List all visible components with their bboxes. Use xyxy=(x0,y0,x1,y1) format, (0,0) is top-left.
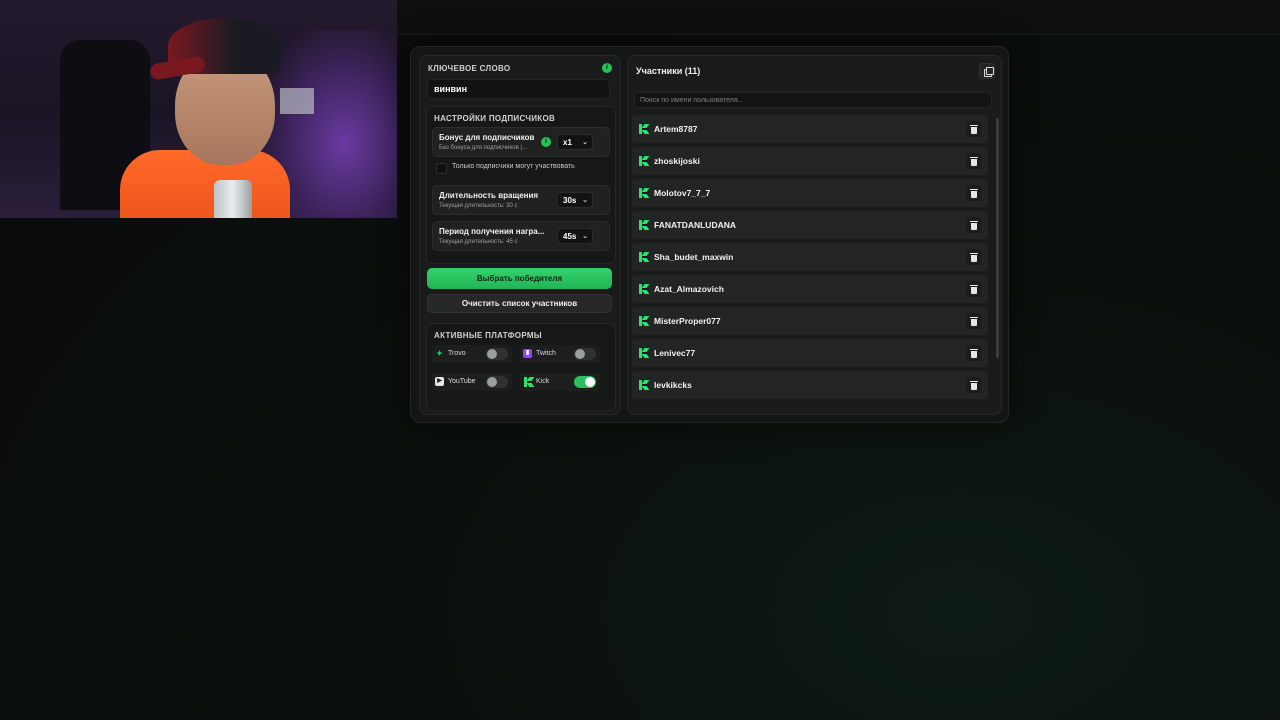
delete-icon[interactable] xyxy=(966,313,982,329)
platform-name: Kick xyxy=(536,378,550,385)
twitch-icon: ▮ xyxy=(523,349,532,358)
webcam-overlay xyxy=(0,0,397,218)
participant-name: Lenivec77 xyxy=(654,348,696,358)
kick-icon xyxy=(639,316,650,326)
spin-duration-value: 30s xyxy=(563,196,577,205)
kick-icon xyxy=(639,156,650,166)
participant-row: levkikcks xyxy=(632,371,988,399)
platform-trovo: ✦ Trovo xyxy=(432,345,512,363)
participant-name: FANATDANLUDANA xyxy=(654,220,736,230)
bonus-select[interactable]: x1 ⌄ xyxy=(557,134,593,150)
kick-icon xyxy=(639,380,650,390)
youtube-icon: ▶ xyxy=(435,377,444,386)
participant-name: Artem8787 xyxy=(654,124,698,134)
participant-name: levkikcks xyxy=(654,380,692,390)
keyword-input[interactable]: винвин xyxy=(427,79,610,99)
clear-participants-button[interactable]: Очистить список участников xyxy=(427,294,612,313)
settings-column: КЛЮЧЕВОЕ СЛОВО i винвин НАСТРОЙКИ ПОДПИС… xyxy=(419,55,621,415)
delete-icon[interactable] xyxy=(966,121,982,137)
youtube-toggle[interactable] xyxy=(486,376,508,388)
delete-icon[interactable] xyxy=(966,217,982,233)
only-subscribers-label: Только подписчики могут участвовать xyxy=(452,163,575,170)
bonus-info-icon[interactable]: i xyxy=(541,137,551,147)
chevron-down-icon: ⌄ xyxy=(582,139,588,146)
delete-icon[interactable] xyxy=(966,153,982,169)
spin-duration-row: Длительность вращения Текущая длительнос… xyxy=(432,185,610,215)
keyword-label: КЛЮЧЕВОЕ СЛОВО xyxy=(428,64,511,73)
participant-name: Sha_budet_maxwin xyxy=(654,252,734,262)
platform-twitch: ▮ Twitch xyxy=(520,345,600,363)
platform-youtube: ▶ YouTube xyxy=(432,373,512,391)
kick-icon xyxy=(639,220,650,230)
participants-title: Участники (11) xyxy=(636,66,701,76)
participant-row: FANATDANLUDANA xyxy=(632,211,988,239)
participants-column: Участники (11) Поиск по имени пользовате… xyxy=(627,55,1002,415)
kick-icon xyxy=(639,284,650,294)
participant-row: MisterProper077 xyxy=(632,307,988,335)
participant-name: MisterProper077 xyxy=(654,316,721,326)
participant-row: Azat_Almazovich xyxy=(632,275,988,303)
kick-icon xyxy=(639,188,650,198)
platform-name: Twitch xyxy=(536,350,556,357)
delete-icon[interactable] xyxy=(966,249,982,265)
participant-name: Molotov7_7_7 xyxy=(654,188,711,198)
participant-search-input[interactable]: Поиск по имени пользователя... xyxy=(634,92,992,108)
twitch-toggle[interactable] xyxy=(574,348,596,360)
participant-row: Artem8787 xyxy=(632,115,988,143)
kick-icon xyxy=(639,124,650,134)
keyword-info-icon[interactable]: i xyxy=(602,63,612,73)
reward-period-value: 45s xyxy=(563,232,577,241)
platform-kick: Kick xyxy=(520,373,600,391)
platform-name: YouTube xyxy=(448,378,476,385)
kick-icon xyxy=(639,348,650,358)
kick-icon xyxy=(639,252,650,262)
kick-toggle[interactable] xyxy=(574,376,596,388)
participant-row: zhoskijoski xyxy=(632,147,988,175)
giveaway-panel: КЛЮЧЕВОЕ СЛОВО i винвин НАСТРОЙКИ ПОДПИС… xyxy=(410,46,1009,423)
participant-row: Molotov7_7_7 xyxy=(632,179,988,207)
bonus-subtitle: Без бонуса для подписчиков (... xyxy=(439,145,528,151)
active-platforms: АКТИВНЫЕ ПЛАТФОРМЫ ✦ Trovo ▮ Twitch ▶ Yo… xyxy=(426,323,616,411)
delete-icon[interactable] xyxy=(966,377,982,393)
reward-period-row: Период получения награ... Текущая длител… xyxy=(432,221,610,251)
delete-icon[interactable] xyxy=(966,281,982,297)
reward-period-select[interactable]: 45s ⌄ xyxy=(557,228,593,244)
bonus-select-value: x1 xyxy=(563,138,572,147)
chevron-down-icon: ⌄ xyxy=(582,233,588,240)
pick-winner-button[interactable]: Выбрать победителя xyxy=(427,268,612,289)
chevron-down-icon: ⌄ xyxy=(582,197,588,204)
subscriber-settings: НАСТРОЙКИ ПОДПИСЧИКОВ Бонус для подписчи… xyxy=(426,106,616,264)
participant-name: zhoskijoski xyxy=(654,156,700,166)
delete-icon[interactable] xyxy=(966,345,982,361)
only-subscribers-option[interactable]: Только подписчики могут участвовать xyxy=(432,160,608,176)
reward-period-title: Период получения награ... xyxy=(439,227,545,236)
bonus-title: Бонус для подписчиков xyxy=(439,133,535,142)
delete-icon[interactable] xyxy=(966,185,982,201)
participant-name: Azat_Almazovich xyxy=(654,284,724,294)
spin-duration-title: Длительность вращения xyxy=(439,191,539,200)
participant-list: Artem8787 zhoskijoski Molotov7_7_7 FANAT… xyxy=(632,115,990,410)
subscriber-settings-title: НАСТРОЙКИ ПОДПИСЧИКОВ xyxy=(434,114,556,123)
reward-period-subtitle: Текущая длительность: 45 с xyxy=(439,239,518,245)
spin-duration-select[interactable]: 30s ⌄ xyxy=(557,192,593,208)
kick-icon xyxy=(524,377,535,387)
participant-list-scrollbar[interactable] xyxy=(996,118,999,358)
active-platforms-title: АКТИВНЫЕ ПЛАТФОРМЫ xyxy=(434,331,542,340)
copy-icon[interactable] xyxy=(979,63,995,79)
participant-row: Lenivec77 xyxy=(632,339,988,367)
only-subscribers-checkbox[interactable] xyxy=(436,163,447,174)
platform-name: Trovo xyxy=(448,350,466,357)
subscriber-bonus-row: Бонус для подписчиков Без бонуса для под… xyxy=(432,127,610,157)
spin-duration-subtitle: Текущая длительность: 30 с xyxy=(439,203,518,209)
participant-row: Sha_budet_maxwin xyxy=(632,243,988,271)
trovo-toggle[interactable] xyxy=(486,348,508,360)
trovo-icon: ✦ xyxy=(436,349,443,358)
